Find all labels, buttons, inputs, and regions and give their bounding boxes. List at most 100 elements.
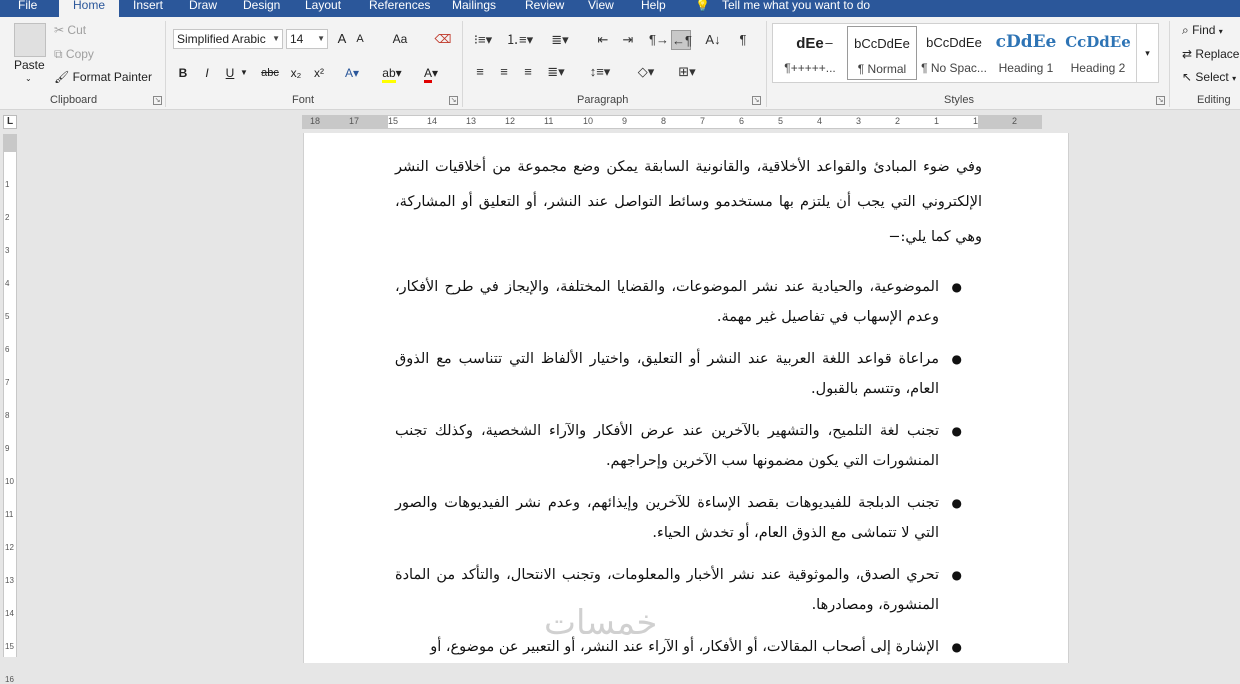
cut-button[interactable]: ✂ Cut xyxy=(54,23,86,37)
ruler-tick-label: 1 xyxy=(934,116,940,126)
align-left-icon[interactable]: ≡ xyxy=(470,62,490,82)
ruler-tick-label: 17 xyxy=(349,116,360,126)
tab-layout[interactable]: Layout xyxy=(305,0,341,17)
underline-button[interactable]: U xyxy=(222,63,238,83)
ruler-tick-label: 8 xyxy=(661,116,667,126)
clipboard-launcher-icon[interactable]: ↘ xyxy=(153,96,162,105)
paste-button[interactable]: Paste xyxy=(14,58,45,72)
ruler-tick-label: 10 xyxy=(5,477,14,486)
sort-icon[interactable]: A↓ xyxy=(702,30,724,50)
style-heading-2[interactable]: CcDdEe Heading 2 xyxy=(1063,26,1133,80)
style-heading-1[interactable]: cDdEe Heading 1 xyxy=(991,26,1061,80)
tab-draw[interactable]: Draw xyxy=(189,0,217,17)
highlight-icon[interactable]: ab▾ xyxy=(378,63,406,83)
change-case-button[interactable]: Aa xyxy=(385,29,415,49)
shading-icon[interactable]: ◇▾ xyxy=(632,62,660,82)
find-button[interactable]: ⌕ Find ▾ xyxy=(1182,23,1223,38)
tab-references[interactable]: References xyxy=(369,0,430,17)
grow-font-button[interactable]: A xyxy=(334,29,350,49)
shrink-font-button[interactable]: A xyxy=(352,29,368,49)
group-divider xyxy=(462,21,463,107)
replace-icon: ⇄ xyxy=(1182,47,1193,61)
tab-mailings[interactable]: Mailings xyxy=(452,0,496,17)
bullet-icon: ● xyxy=(951,568,962,582)
paintbrush-icon: 🖌 xyxy=(54,70,70,84)
superscript-button[interactable]: x² xyxy=(310,63,328,83)
document-body[interactable]: وفي ضوء المبادئ والقواعد الأخلاقية، والق… xyxy=(395,150,982,674)
paste-icon[interactable] xyxy=(14,23,46,57)
list-item[interactable]: ● تحري الصدق، والموثوقية عند نشر الأخبار … xyxy=(395,560,982,620)
styles-more-icon[interactable]: ▾ xyxy=(1136,23,1158,83)
align-right-icon[interactable]: ≡ xyxy=(518,62,538,82)
font-launcher-icon[interactable]: ↘ xyxy=(449,96,458,105)
lightbulb-icon: 💡 xyxy=(695,0,710,12)
ruler-tick-label: 13 xyxy=(466,116,477,126)
bullets-icon[interactable]: ⁝≡▾ xyxy=(470,30,496,50)
ltr-direction-icon[interactable]: ¶→ xyxy=(649,30,669,50)
ruler-tick-label: 13 xyxy=(5,576,14,585)
increase-indent-icon[interactable]: ⇥ xyxy=(618,30,638,50)
list-item[interactable]: ● الموضوعية، والحيادية عند نشر الموضوعات،… xyxy=(395,272,982,332)
ruler-tick-label: 12 xyxy=(505,116,516,126)
tab-review[interactable]: Review xyxy=(525,0,564,17)
paragraph-launcher-icon[interactable]: ↘ xyxy=(752,96,761,105)
style-normal[interactable]: bCcDdEe ¶ Normal xyxy=(847,26,917,80)
list-item[interactable]: ● تجنب لغة التلميح، والتشهير بالآخرين عند… xyxy=(395,416,982,476)
style-no-spacing[interactable]: bCcDdEe ¶ No Spac... xyxy=(919,26,989,80)
rtl-direction-icon[interactable]: ←¶ xyxy=(671,30,692,50)
numbering-icon[interactable]: ⒈≡▾ xyxy=(506,30,533,50)
show-marks-icon[interactable]: ¶ xyxy=(734,30,752,50)
editing-group-label: Editing xyxy=(1197,94,1231,106)
select-button[interactable]: ↖ Select ▾ xyxy=(1182,70,1236,84)
copy-button[interactable]: ⧉ Copy xyxy=(54,47,94,62)
tab-view[interactable]: View xyxy=(588,0,614,17)
align-center-icon[interactable]: ≡ xyxy=(494,62,514,82)
bullet-icon: ● xyxy=(951,352,962,366)
intro-paragraph[interactable]: وفي ضوء المبادئ والقواعد الأخلاقية، والق… xyxy=(395,150,982,255)
tab-file[interactable]: File xyxy=(18,0,37,17)
decrease-indent-icon[interactable]: ⇤ xyxy=(593,30,613,50)
document-page[interactable]: وفي ضوء المبادئ والقواعد الأخلاقية، والق… xyxy=(303,133,1069,663)
font-size-combo[interactable]: 14 ▼ xyxy=(286,29,328,49)
styles-launcher-icon[interactable]: ↘ xyxy=(1156,96,1165,105)
subscript-button[interactable]: x₂ xyxy=(287,63,305,83)
list-item[interactable]: ● تجنب الدبلجة للفيديوهات بقصد الإساءة لل… xyxy=(395,488,982,548)
bullet-icon: ● xyxy=(951,640,962,654)
borders-icon[interactable]: ⊞▾ xyxy=(672,62,702,82)
tab-home[interactable]: Home xyxy=(59,0,120,17)
text-effects-icon[interactable]: A▾ xyxy=(341,63,363,83)
group-divider xyxy=(1169,21,1170,107)
scissors-icon: ✂ xyxy=(54,23,65,37)
font-group-label: Font xyxy=(292,94,315,106)
styles-group-label: Styles xyxy=(944,94,974,106)
underline-dropdown-icon[interactable]: ▼ xyxy=(239,63,249,83)
ruler-tick-label: 12 xyxy=(5,543,14,552)
paste-dropdown-icon[interactable]: ⌄ xyxy=(25,74,32,83)
format-painter-button[interactable]: 🖌 Format Painter xyxy=(54,70,152,84)
font-name-combo[interactable]: Simplified Arabic ▼ xyxy=(173,29,283,49)
list-item[interactable]: ● مراعاة قواعد اللغة العربية عند النشر أو… xyxy=(395,344,982,404)
vertical-ruler[interactable]: 1 2 3 4 5 6 7 8 9 10 11 12 13 14 15 16 xyxy=(3,134,17,684)
clear-formatting-icon[interactable]: ⌫ xyxy=(434,29,452,49)
multilevel-list-icon[interactable]: ≣▾ xyxy=(543,30,577,50)
ruler-tick-label: 15 xyxy=(5,642,14,651)
tell-me-search[interactable]: Tell me what you want to do xyxy=(722,0,870,17)
ruler-tick-label: 8 xyxy=(5,411,10,420)
style-item[interactable]: dEe – ¶+++++... xyxy=(775,26,845,80)
bold-button[interactable]: B xyxy=(175,63,191,83)
font-color-icon[interactable]: A▾ xyxy=(418,63,444,83)
line-spacing-icon[interactable]: ↕≡▾ xyxy=(586,62,614,82)
ruler-tick-label: 3 xyxy=(856,116,862,126)
horizontal-ruler[interactable]: 18 17 15 14 13 12 11 10 9 8 7 6 5 4 3 2 1 1 2 xyxy=(302,115,1042,129)
italic-button[interactable]: I xyxy=(199,63,215,83)
ruler-tick-label: 6 xyxy=(739,116,745,126)
strikethrough-button[interactable]: abc xyxy=(258,63,282,83)
ribbon-tab-bar: File Home Insert Draw Design Layout Refe… xyxy=(0,0,1240,17)
tab-design[interactable]: Design xyxy=(243,0,280,17)
tab-selector-icon[interactable]: L xyxy=(3,115,17,129)
tab-help[interactable]: Help xyxy=(641,0,666,17)
replace-button[interactable]: ⇄ Replace xyxy=(1182,47,1239,61)
list-item[interactable]: ● الإشارة إلى أصحاب المقالات، أو الأفكار،… xyxy=(395,632,982,662)
justify-icon[interactable]: ≣▾ xyxy=(542,62,570,82)
tab-insert[interactable]: Insert xyxy=(133,0,163,17)
